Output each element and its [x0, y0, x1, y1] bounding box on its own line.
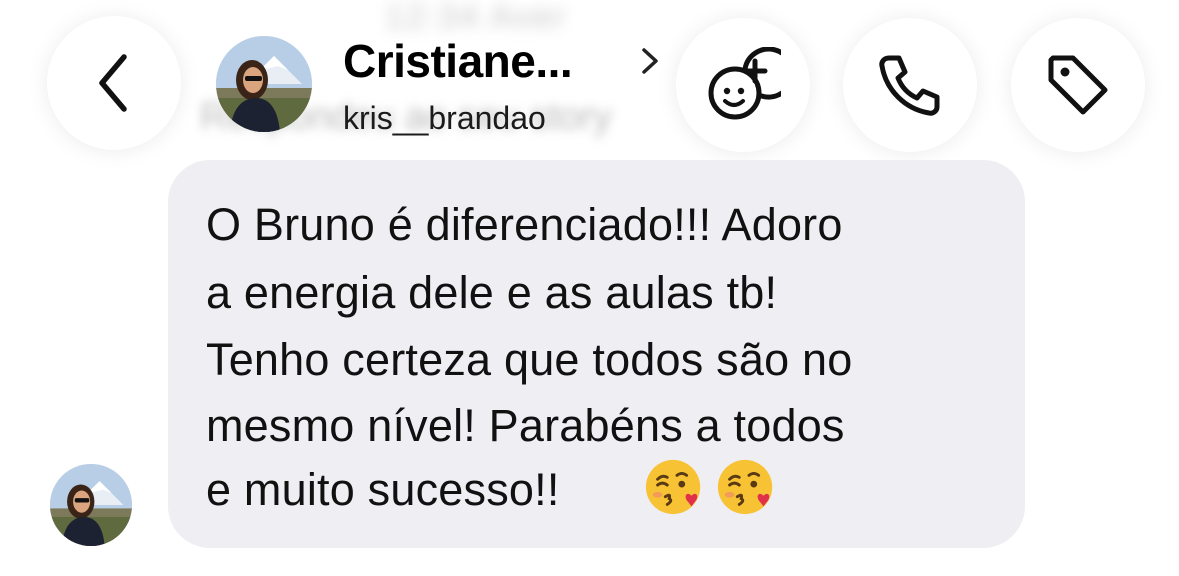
chat-screen: 12:34 Aver Respondeu ao seu story Cristi… — [0, 0, 1179, 576]
message-line: a energia dele e as aulas tb! — [206, 267, 778, 318]
add-people-icon — [708, 47, 781, 120]
back-button[interactable] — [47, 16, 181, 150]
face-blowing-kiss-emoji — [716, 456, 778, 518]
tag-icon — [1048, 55, 1108, 115]
profile-photo — [50, 464, 132, 546]
call-button[interactable] — [843, 18, 977, 152]
chevron-right-icon[interactable] — [638, 44, 662, 78]
tag-button[interactable] — [1011, 18, 1145, 152]
face-blowing-kiss-emoji — [644, 456, 706, 518]
message-line: Tenho certeza que todos são no — [206, 334, 853, 385]
contact-avatar[interactable] — [216, 36, 312, 132]
contact-name[interactable]: Cristiane... — [343, 34, 573, 88]
add-people-button[interactable] — [676, 18, 810, 152]
message-line: O Bruno é diferenciado!!! Adoro — [206, 199, 843, 250]
profile-photo — [216, 36, 312, 132]
chevron-left-icon — [99, 54, 127, 112]
message-line: e muito sucesso!! — [206, 464, 560, 515]
contact-username: kris__brandao — [343, 100, 546, 136]
phone-icon — [879, 55, 940, 116]
blurred-background-text: 12:34 Aver — [385, 0, 567, 36]
sender-avatar[interactable] — [50, 464, 132, 546]
message-line: mesmo nível! Parabéns a todos — [206, 400, 845, 451]
